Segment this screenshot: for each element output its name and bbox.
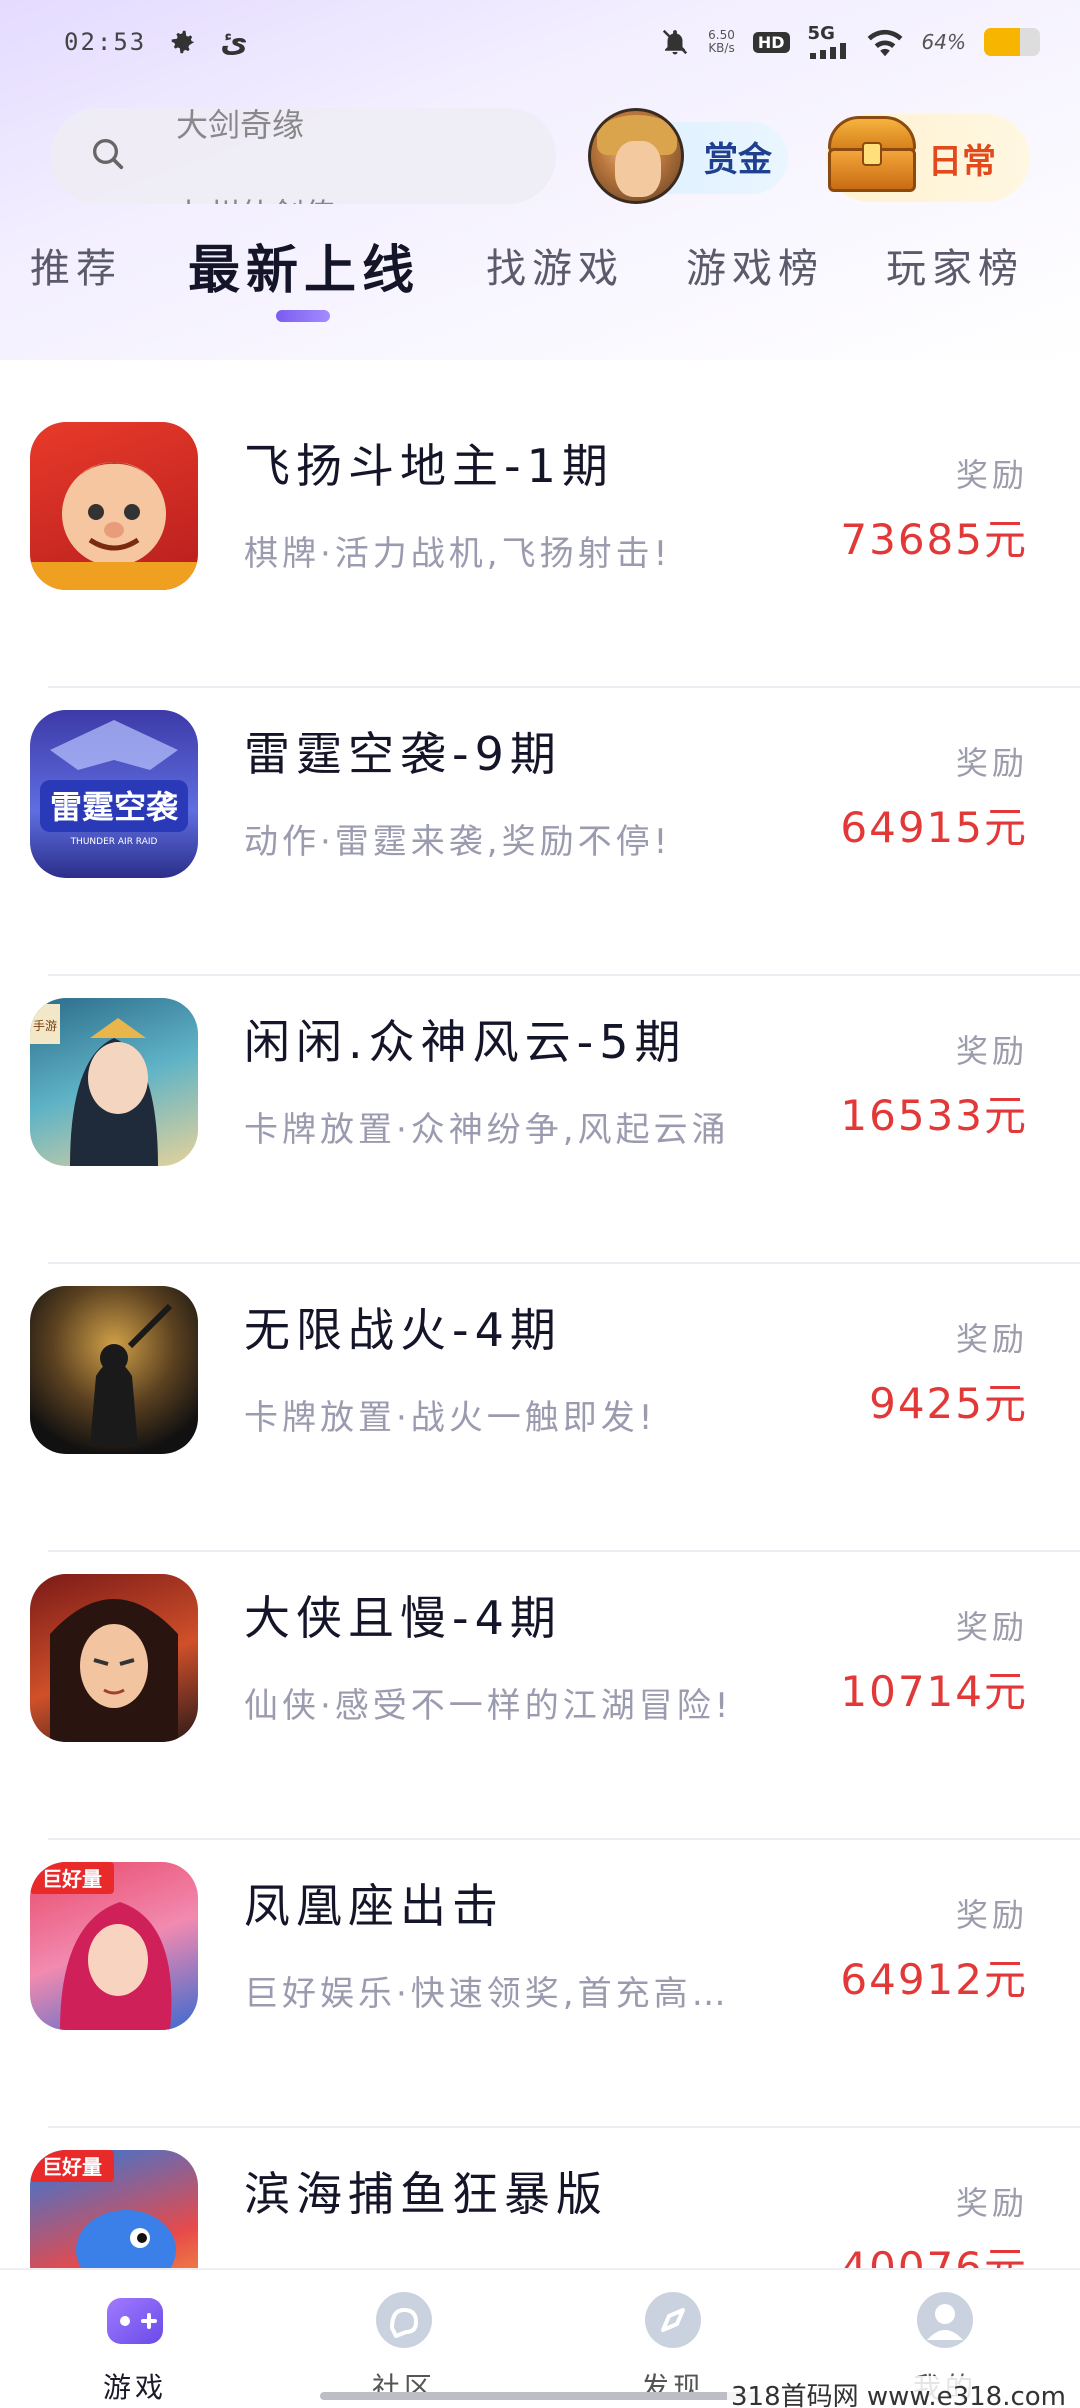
game-description: 卡牌放置·众神纷争,风起云涌 [244,1110,730,1150]
search-icon [88,134,128,178]
icon-badge-text: 手游 [33,1019,57,1033]
reward-label: 奖励 [955,1608,1028,1646]
daily-label: 日常 [928,141,996,182]
game-title: 雷霆空袭-9期 [244,727,562,781]
game-title: 滨海捕鱼狂暴版 [244,2167,608,2221]
battery-percent: 64% [921,30,966,54]
wifi-icon [866,27,904,57]
mute-bell-icon [660,27,690,57]
tab-find-games[interactable]: 找游戏 [486,236,624,294]
game-icon-gods[interactable]: 手游 [30,998,198,1166]
search-hint-carousel: 大剑奇缘 九州仙剑传 [156,108,556,204]
daily-button[interactable]: 日常 [826,114,1030,202]
game-title: 无限战火-4期 [244,1303,562,1357]
battery-icon [984,28,1040,56]
community-icon [374,2290,434,2350]
icon-title-text: 雷霆空袭 [50,788,179,826]
icon-badge-text: 巨好量 [42,1867,102,1891]
net-speed: 6.50 KB/s [708,29,735,55]
tab-recommend[interactable]: 推荐 [30,236,122,294]
status-bar: 02:53 ئ 6.50 KB/s HD 5G 64% [0,0,1080,84]
game-icon-endless-war[interactable] [30,1286,198,1454]
game-description: 卡牌放置·战火一触即发! [244,1398,657,1438]
game-description: 巨好娱乐·快速领奖,首充高… [244,1974,730,2014]
treasure-chest-icon [824,112,920,194]
search-hint: 九州仙剑传 [176,190,336,204]
header-actions: 大剑奇缘 九州仙剑传 赏金 日常 [0,100,1080,210]
reward-amount: 64915元 [840,803,1028,852]
tab-new-releases[interactable]: 最新上线 [188,228,420,303]
bounty-button[interactable]: 赏金 [588,108,792,204]
reward-amount: 9425元 [869,1379,1028,1428]
nav-label: 游戏 [102,2371,167,2404]
game-description: 仙侠·感受不一样的江湖冒险! [244,1686,733,1726]
reward-amount: 16533元 [840,1091,1028,1140]
hero-avatar-icon [588,108,684,204]
icon-badge-text: 巨好量 [42,2155,102,2179]
game-title: 飞扬斗地主-1期 [244,439,614,493]
tab-player-ranking[interactable]: 玩家榜 [886,236,1024,294]
reward-amount: 10714元 [840,1667,1028,1716]
game-icon-thunder-air-raid[interactable]: 雷霆空袭 THUNDER AIR RAID [30,710,198,878]
reward-amount: 73685元 [840,515,1028,564]
game-list-item[interactable]: 手游 闲闲.众神风云-5期 卡牌放置·众神纷争,风起云涌 奖励 16533元 [0,976,1080,1264]
game-icon-phoenix[interactable]: 巨好量 [30,1862,198,2030]
game-description: 动作·雷霆来袭,奖励不停! [244,822,672,862]
game-list-item[interactable]: 巨好量 凤凰座出击 巨好娱乐·快速领奖,首充高… 奖励 64912元 [0,1840,1080,2128]
tab-game-ranking[interactable]: 游戏榜 [686,236,824,294]
reward-amount: 64912元 [840,1955,1028,2004]
net-speed-value: 6.50 [708,28,735,42]
active-tab-indicator [276,310,330,322]
search-bar[interactable]: 大剑奇缘 九州仙剑传 [50,108,556,204]
game-list-item[interactable]: 雷霆空袭 THUNDER AIR RAID 雷霆空袭-9期 动作·雷霆来袭,奖励… [0,688,1080,976]
reward-label: 奖励 [955,2184,1028,2222]
hd-badge: HD [752,31,790,53]
settings-gear-icon [168,27,198,57]
user-icon [915,2290,975,2350]
status-time: 02:53 [64,28,147,56]
nav-community[interactable]: 社区 [304,2270,504,2408]
search-hint: 大剑奇缘 [176,108,305,144]
icon-subtitle-text: THUNDER AIR RAID [70,837,158,847]
battery-fill [984,28,1020,56]
reward-label: 奖励 [955,1032,1028,1070]
signal-icon: 5G [808,25,848,59]
gamepad-icon [105,2290,165,2350]
game-description: 棋牌·活力战机,飞扬射击! [244,534,672,574]
game-icon-hero-wait[interactable] [30,1574,198,1742]
game-title: 大侠且慢-4期 [244,1591,562,1645]
home-indicator[interactable] [320,2392,760,2400]
reward-label: 奖励 [955,1896,1028,1934]
network-type: 5G [807,23,835,44]
game-title: 凤凰座出击 [244,1879,504,1933]
game-list-item[interactable]: 无限战火-4期 卡牌放置·战火一触即发! 奖励 9425元 [0,1264,1080,1552]
status-extra-glyph: ئ [220,24,248,60]
game-title: 闲闲.众神风云-5期 [244,1015,687,1069]
watermark: 318首码网 www.e318.com [727,2376,1070,2408]
reward-label: 奖励 [955,456,1028,494]
nav-games[interactable]: 游戏 [35,2270,235,2408]
compass-icon [643,2290,703,2350]
game-icon-landlord[interactable] [30,422,198,590]
category-tabs: 推荐 最新上线 找游戏 游戏榜 玩家榜 [0,236,1080,336]
bounty-label: 赏金 [704,139,772,180]
game-list-item[interactable]: 飞扬斗地主-1期 棋牌·活力战机,飞扬射击! 奖励 73685元 [0,400,1080,688]
nav-label: 社区 [371,2371,436,2404]
reward-label: 奖励 [955,744,1028,782]
reward-label: 奖励 [955,1320,1028,1358]
net-speed-unit: KB/s [708,41,735,55]
game-list-item[interactable]: 大侠且慢-4期 仙侠·感受不一样的江湖冒险! 奖励 10714元 [0,1552,1080,1840]
